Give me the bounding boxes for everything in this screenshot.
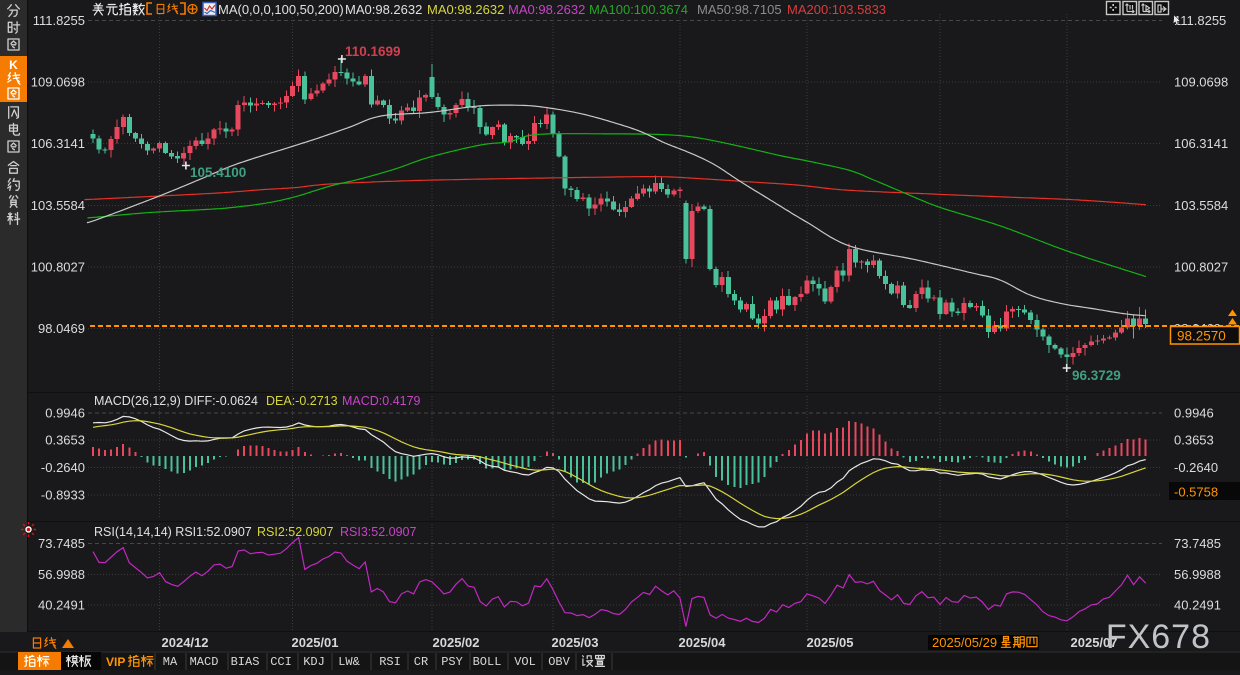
svg-text:MA0:98.2632: MA0:98.2632: [427, 2, 504, 17]
svg-text:73.7485: 73.7485: [38, 536, 85, 551]
svg-text:MA200:103.5833: MA200:103.5833: [787, 2, 886, 17]
svg-text:MA0:98.2632: MA0:98.2632: [508, 2, 585, 17]
svg-text:RSI2:52.0907: RSI2:52.0907: [257, 525, 333, 539]
svg-text:40.2491: 40.2491: [38, 597, 85, 612]
svg-text:98.2570: 98.2570: [1177, 329, 1226, 344]
svg-text:2025/05/29: 2025/05/29: [932, 635, 997, 650]
svg-text:PSY: PSY: [441, 655, 463, 669]
svg-text:K: K: [9, 58, 18, 72]
svg-text:VOL: VOL: [514, 655, 536, 669]
svg-text:56.9988: 56.9988: [1174, 567, 1221, 582]
svg-text:2024/12: 2024/12: [162, 635, 209, 650]
svg-text:2025/02: 2025/02: [433, 635, 480, 650]
svg-text:103.5584: 103.5584: [1174, 198, 1228, 213]
svg-text:-0.5758: -0.5758: [1174, 485, 1218, 500]
svg-text:73.7485: 73.7485: [1174, 536, 1221, 551]
svg-text:RSI(14,14,14) RSI1:52.0907: RSI(14,14,14) RSI1:52.0907: [94, 525, 252, 539]
svg-text:0.9946: 0.9946: [1174, 406, 1214, 421]
svg-text:MA: MA: [163, 655, 178, 669]
svg-text:100.8027: 100.8027: [1174, 260, 1228, 275]
svg-text:109.0698: 109.0698: [1174, 75, 1228, 90]
svg-text:100.8027: 100.8027: [31, 260, 85, 275]
svg-text:MA100:100.3674: MA100:100.3674: [589, 2, 688, 17]
svg-text:VIP: VIP: [106, 655, 125, 669]
svg-text:-0.8933: -0.8933: [41, 487, 85, 502]
svg-text:KDJ: KDJ: [303, 655, 325, 669]
svg-text:MA(0,0,0,100,50,200): MA(0,0,0,100,50,200): [218, 2, 344, 17]
svg-text:0.3653: 0.3653: [1174, 433, 1214, 448]
svg-text:BIAS: BIAS: [231, 655, 260, 669]
svg-text:2025/05: 2025/05: [807, 635, 854, 650]
svg-text:FX678: FX678: [1106, 618, 1211, 656]
svg-text:98.0469: 98.0469: [38, 321, 85, 336]
svg-text:MACD:0.4179: MACD:0.4179: [342, 394, 421, 408]
svg-text:2025/03: 2025/03: [552, 635, 599, 650]
svg-text:105.4100: 105.4100: [190, 165, 246, 180]
svg-text:MA50:98.7105: MA50:98.7105: [697, 2, 782, 17]
svg-text:103.5584: 103.5584: [31, 198, 85, 213]
svg-text:96.3729: 96.3729: [1072, 368, 1121, 383]
svg-text:106.3141: 106.3141: [31, 136, 85, 151]
svg-text:MACD: MACD: [190, 655, 219, 669]
svg-text:RSI3:52.0907: RSI3:52.0907: [340, 525, 416, 539]
svg-text:DEA:-0.2713: DEA:-0.2713: [266, 394, 338, 408]
svg-text:56.9988: 56.9988: [38, 567, 85, 582]
svg-text:109.0698: 109.0698: [31, 75, 85, 90]
svg-text:RSI: RSI: [379, 655, 401, 669]
svg-text:CCI: CCI: [270, 655, 292, 669]
svg-text:-0.2640: -0.2640: [1174, 460, 1218, 475]
svg-text:40.2491: 40.2491: [1174, 597, 1221, 612]
svg-text:0.9946: 0.9946: [45, 406, 85, 421]
svg-text:CR: CR: [414, 655, 428, 669]
svg-text:MACD(26,12,9) DIFF:-0.0624: MACD(26,12,9) DIFF:-0.0624: [94, 394, 258, 408]
svg-text:2025/01: 2025/01: [292, 635, 339, 650]
svg-text:2025/04: 2025/04: [679, 635, 727, 650]
svg-text:111.8255: 111.8255: [33, 13, 85, 28]
svg-text:0.3653: 0.3653: [45, 433, 85, 448]
svg-text:LW&: LW&: [338, 655, 360, 669]
svg-text:110.1699: 110.1699: [345, 44, 401, 59]
svg-text:-0.2640: -0.2640: [41, 460, 85, 475]
svg-text:OBV: OBV: [548, 655, 570, 669]
svg-text:MA0:98.2632: MA0:98.2632: [345, 2, 422, 17]
svg-text:BOLL: BOLL: [473, 655, 502, 669]
svg-text:106.3141: 106.3141: [1174, 136, 1228, 151]
svg-text:111.8255: 111.8255: [1174, 13, 1226, 28]
